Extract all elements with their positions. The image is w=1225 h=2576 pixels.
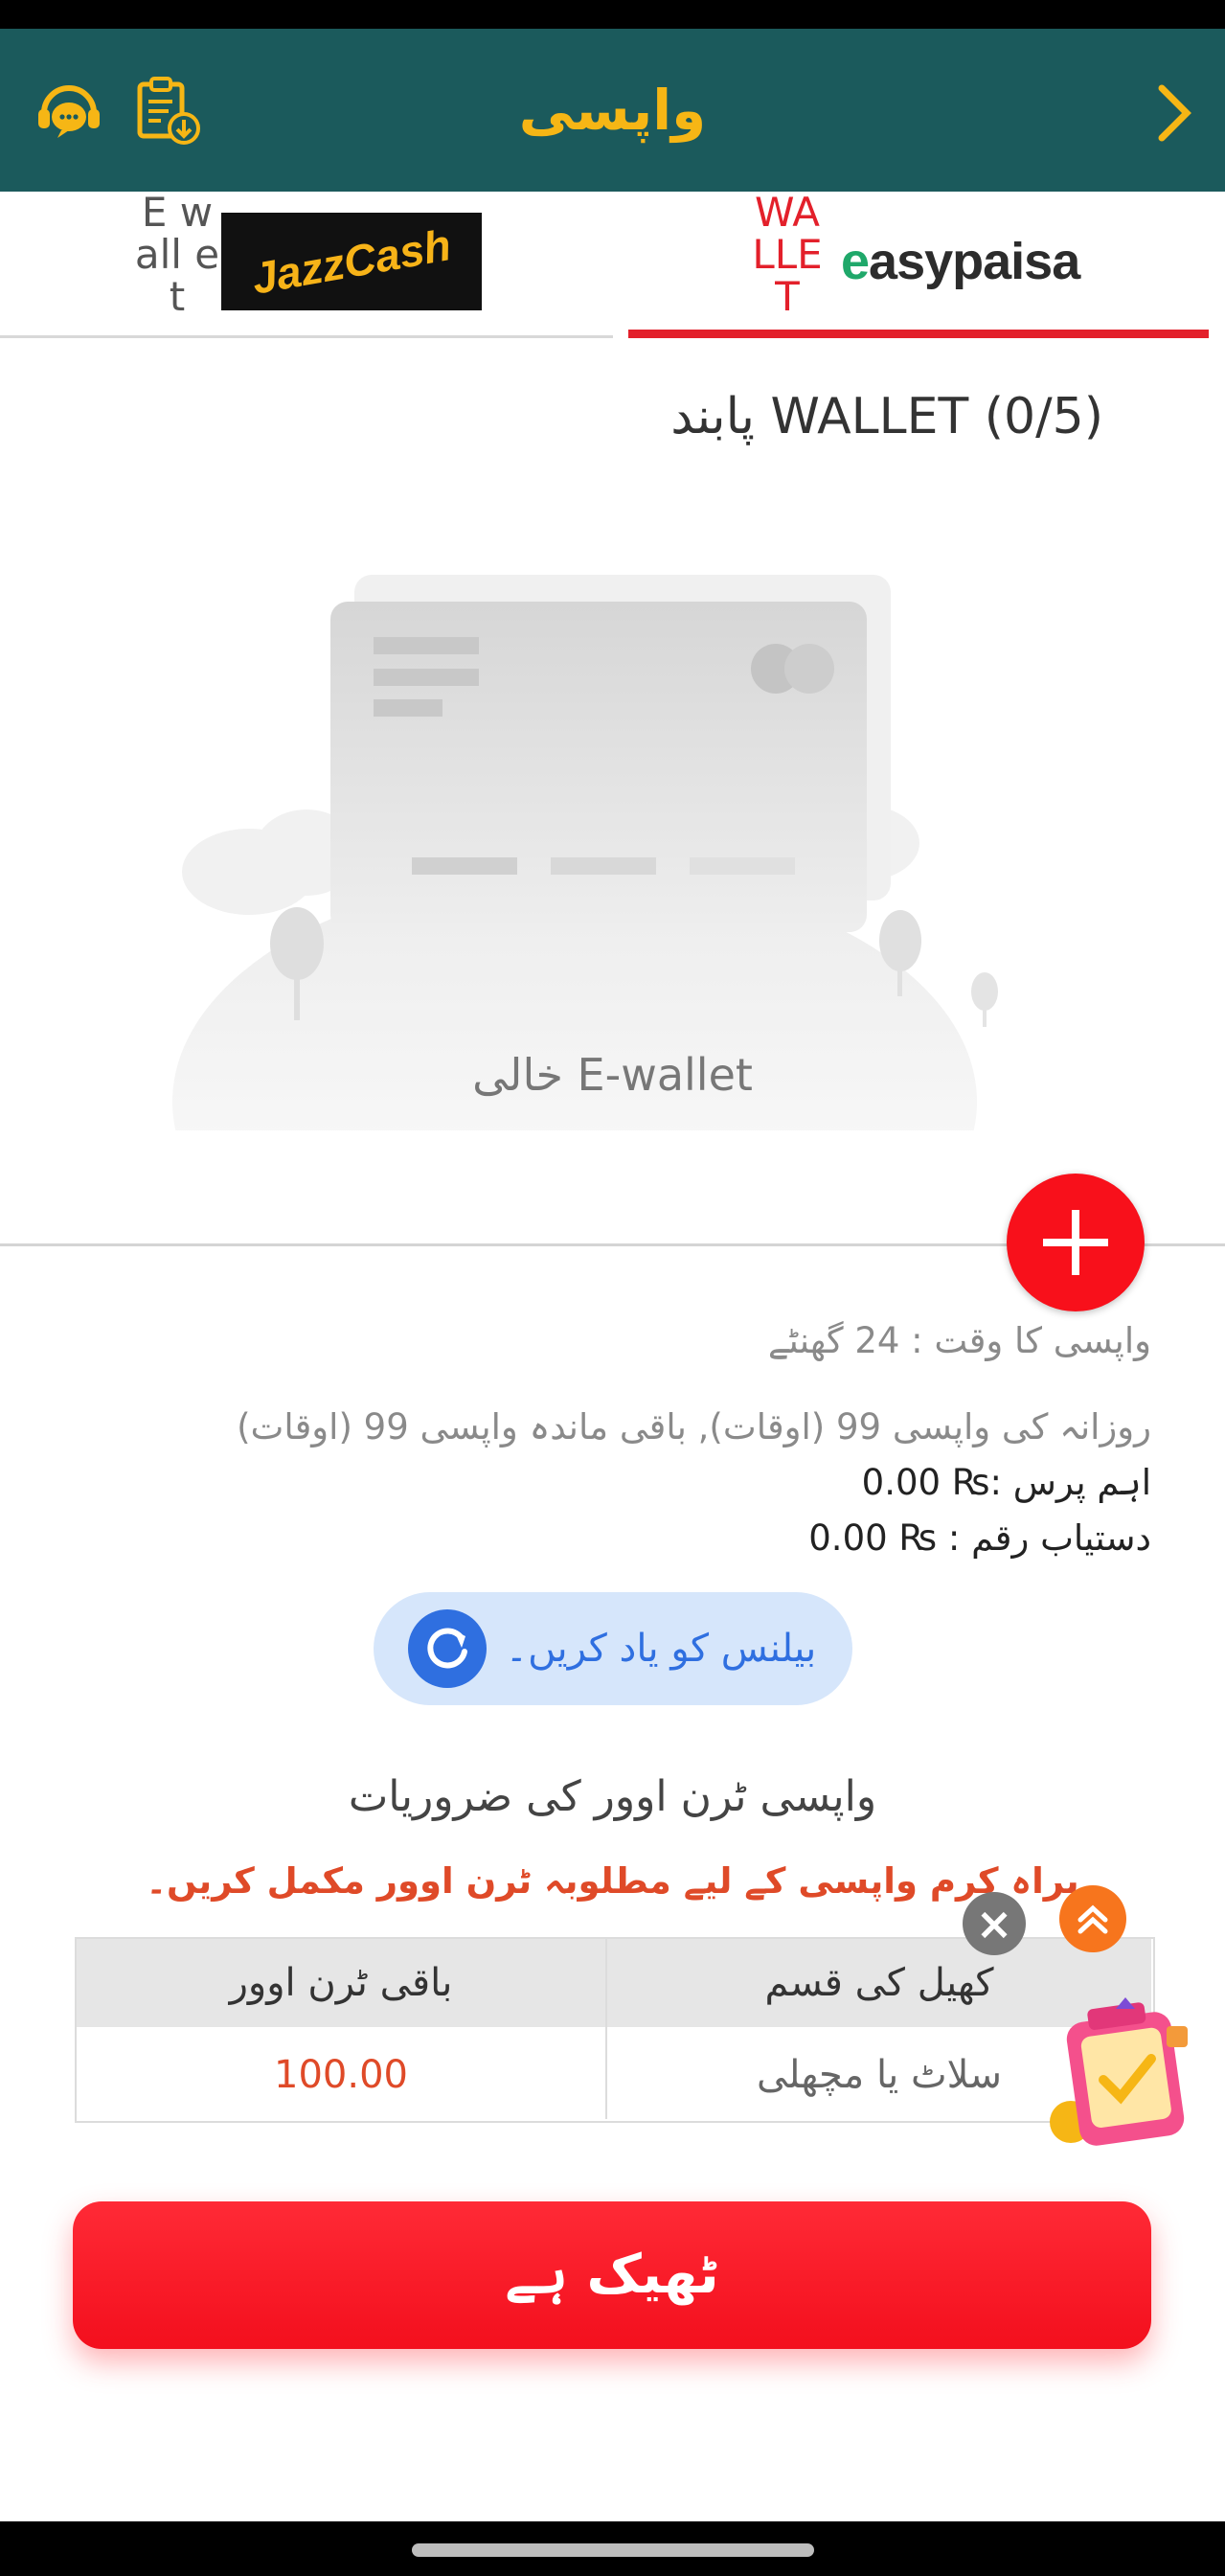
daily-withdrawal-text: روزانہ کی واپسی 99 (اوقات), باقی ماندہ و… xyxy=(237,1406,1151,1448)
available-amount-text: دستیاب رقم : ₨ 0.00 xyxy=(808,1517,1151,1559)
tab-label-wallet: WA LLE T xyxy=(752,189,823,320)
jazzcash-logo: JazzCash xyxy=(221,213,482,310)
table-cell-remaining-turnover: 100.00 xyxy=(274,2053,408,2097)
bound-wallet-count: پابند WALLET (0/5) xyxy=(670,388,1103,445)
empty-wallet-label: خالی E-wallet xyxy=(472,1049,753,1101)
empty-wallet-illustration xyxy=(144,565,1006,1332)
easypaisa-logo: easypaisa xyxy=(841,233,1080,290)
chevron-right-icon[interactable] xyxy=(1145,77,1202,149)
home-indicator[interactable] xyxy=(412,2543,814,2557)
add-wallet-button[interactable] xyxy=(1007,1174,1145,1311)
status-bar xyxy=(0,0,1225,29)
refresh-icon xyxy=(408,1609,487,1688)
promo-gift-icon[interactable] xyxy=(1044,1997,1197,2160)
column-header-remaining-turnover: باقی ٹرن اوور xyxy=(77,1939,605,2027)
support-chat-icon[interactable] xyxy=(33,75,105,148)
turnover-requirements-note: براہ کرم واپسی کے لیے مطلوبہ ٹرن اوور مک… xyxy=(146,1860,1079,1902)
tab-label-ewallet: E wall et xyxy=(134,189,220,320)
history-clipboard-icon[interactable] xyxy=(132,75,205,148)
withdrawal-time-text: واپسی کا وقت : 24 گھنٹے xyxy=(767,1320,1151,1361)
ok-button[interactable]: ٹھیک ہے xyxy=(73,2201,1151,2349)
close-icon[interactable]: × xyxy=(963,1892,1026,1955)
scroll-to-top-icon[interactable] xyxy=(1059,1885,1126,1952)
remember-balance-label: بیلنس کو یاد کریں۔ xyxy=(505,1627,817,1671)
main-purse-text: اہم پرس :₨ 0.00 xyxy=(861,1462,1151,1503)
turnover-requirements-title: واپسی ٹرن اوور کی ضروریات xyxy=(348,1772,877,1821)
